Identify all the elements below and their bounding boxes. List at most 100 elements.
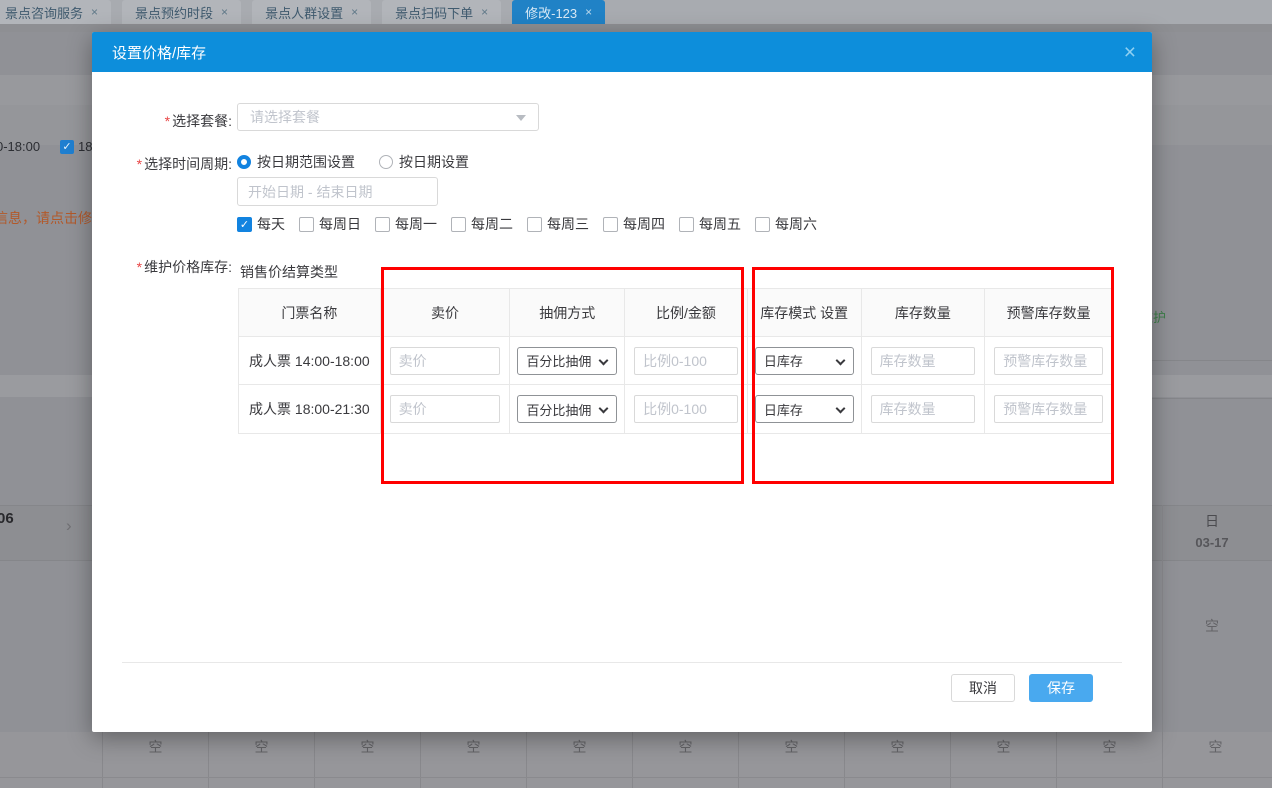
calendar-empty-cell[interactable]: 空 bbox=[1056, 732, 1162, 788]
radio-by-date[interactable]: 按日期设置 bbox=[379, 152, 469, 172]
radio-date-range[interactable]: 按日期范围设置 bbox=[237, 152, 355, 172]
package-select[interactable]: 请选择套餐 bbox=[237, 103, 539, 131]
checkbox-everyday[interactable]: 每天 bbox=[237, 214, 285, 234]
checkbox-label: 每周一 bbox=[395, 214, 437, 234]
checkbox-label: 每天 bbox=[257, 214, 285, 234]
dialog-header: 设置价格/库存 × bbox=[92, 32, 1152, 72]
checkbox-saturday[interactable]: 每周六 bbox=[755, 214, 817, 234]
checkbox-monday[interactable]: 每周一 bbox=[375, 214, 437, 234]
highlight-rect-price bbox=[381, 267, 744, 484]
save-button[interactable]: 保存 bbox=[1029, 674, 1093, 702]
day-number: 06 bbox=[0, 510, 14, 527]
stock-label: *维护价格库存: bbox=[92, 257, 232, 277]
calendar-day-label: 日 bbox=[1152, 511, 1272, 531]
settlement-type-label: 销售价结算类型 bbox=[240, 262, 338, 282]
grid-line bbox=[1152, 505, 1272, 506]
period-radio-group: 按日期范围设置 按日期设置 bbox=[237, 152, 469, 172]
tab-bar: 景点咨询服务 × 景点预约时段 × 景点人群设置 × 景点扫码下单 × 修改-123 × bbox=[0, 0, 1272, 24]
cancel-button[interactable]: 取消 bbox=[951, 674, 1015, 702]
notice-text[interactable]: 信息，请点击修改 bbox=[0, 208, 106, 228]
tab-label: 景点预约时段 bbox=[135, 3, 213, 22]
radio-label: 按日期设置 bbox=[399, 152, 469, 172]
price-stock-dialog: 设置价格/库存 × *选择套餐: 请选择套餐 *选择时间周期: 按日期范围设置 … bbox=[92, 32, 1152, 732]
time-range-text: 0-18:00 bbox=[0, 139, 40, 154]
checkbox-friday[interactable]: 每周五 bbox=[679, 214, 741, 234]
calendar-empty-cell[interactable]: 空 bbox=[950, 732, 1056, 788]
checkbox-checked-icon[interactable]: ✓ bbox=[60, 140, 74, 154]
calendar-empty-cell[interactable]: 空 bbox=[1162, 732, 1268, 788]
tab-scenic-crowd[interactable]: 景点人群设置 × bbox=[252, 0, 371, 24]
dialog-body: *选择套餐: 请选择套餐 *选择时间周期: 按日期范围设置 按日期设置 开始日期… bbox=[92, 72, 1152, 732]
checkbox-label: 每周二 bbox=[471, 214, 513, 234]
weekday-checkbox-group: 每天 每周日 每周一 每周二 每周三 每周四 每周五 每周六 bbox=[237, 214, 817, 234]
chevron-down-icon bbox=[516, 115, 526, 121]
calendar-date-label: 03-17 bbox=[1152, 535, 1272, 550]
grid-line bbox=[0, 560, 102, 561]
col-header-ticket-name: 门票名称 bbox=[239, 289, 381, 336]
package-label: *选择套餐: bbox=[92, 111, 232, 131]
calendar-empty-cell[interactable]: 空 bbox=[738, 732, 844, 788]
checkbox-label: 每周五 bbox=[699, 214, 741, 234]
grid-line bbox=[1152, 360, 1272, 361]
ticket-name: 成人票 18:00-21:30 bbox=[239, 385, 381, 433]
checkbox-icon bbox=[451, 217, 466, 232]
calendar-empty-cell[interactable]: 空 bbox=[526, 732, 632, 788]
checkbox-thursday[interactable]: 每周四 bbox=[603, 214, 665, 234]
calendar-empty-cell[interactable]: 空 bbox=[314, 732, 420, 788]
package-placeholder: 请选择套餐 bbox=[250, 107, 320, 127]
grid-line bbox=[0, 777, 1272, 778]
tab-close-icon[interactable]: × bbox=[585, 5, 592, 19]
tab-close-icon[interactable]: × bbox=[481, 5, 488, 19]
checkbox-icon bbox=[603, 217, 618, 232]
tab-label: 景点扫码下单 bbox=[395, 3, 473, 22]
checkbox-icon bbox=[527, 217, 542, 232]
checkbox-checked-icon bbox=[237, 217, 252, 232]
chevron-right-icon[interactable]: › bbox=[66, 516, 72, 536]
grid-line bbox=[1152, 560, 1272, 561]
page-band bbox=[0, 24, 1272, 32]
checkbox-tuesday[interactable]: 每周二 bbox=[451, 214, 513, 234]
dialog-title: 设置价格/库存 bbox=[112, 42, 206, 63]
calendar-bottom-row: 空 空 空 空 空 空 空 空 空 空 空 bbox=[0, 732, 1272, 788]
close-icon[interactable]: × bbox=[1124, 42, 1136, 63]
calendar-empty-cell[interactable]: 空 bbox=[844, 732, 950, 788]
required-mark: * bbox=[137, 259, 142, 275]
date-range-placeholder: 开始日期 - 结束日期 bbox=[248, 182, 372, 202]
radio-icon bbox=[237, 155, 251, 169]
checkbox-icon bbox=[375, 217, 390, 232]
tab-modify-123[interactable]: 修改-123 × bbox=[512, 0, 605, 24]
tab-label: 修改-123 bbox=[525, 3, 577, 22]
period-label: *选择时间周期: bbox=[92, 154, 232, 174]
tab-scenic-scan[interactable]: 景点扫码下单 × bbox=[382, 0, 501, 24]
checkbox-label: 每周日 bbox=[319, 214, 361, 234]
grid-line bbox=[0, 505, 102, 506]
radio-icon bbox=[379, 155, 393, 169]
date-range-input[interactable]: 开始日期 - 结束日期 bbox=[237, 177, 438, 206]
tab-close-icon[interactable]: × bbox=[351, 5, 358, 19]
calendar-empty-cell[interactable]: 空 bbox=[420, 732, 526, 788]
required-mark: * bbox=[165, 113, 170, 129]
tab-label: 景点咨询服务 bbox=[5, 3, 83, 22]
checkbox-label: 每周六 bbox=[775, 214, 817, 234]
checkbox-label: 每周三 bbox=[547, 214, 589, 234]
tab-label: 景点人群设置 bbox=[265, 3, 343, 22]
grid-line bbox=[1152, 398, 1272, 399]
required-mark: * bbox=[137, 156, 142, 172]
calendar-empty-cell[interactable]: 空 bbox=[632, 732, 738, 788]
calendar-empty-cell[interactable]: 空 bbox=[208, 732, 314, 788]
ticket-name: 成人票 14:00-18:00 bbox=[239, 337, 381, 384]
checkbox-label: 每周四 bbox=[623, 214, 665, 234]
tab-scenic-consult[interactable]: 景点咨询服务 × bbox=[0, 0, 111, 24]
grid-spacer bbox=[0, 732, 102, 788]
tab-close-icon[interactable]: × bbox=[91, 5, 98, 19]
tab-close-icon[interactable]: × bbox=[221, 5, 228, 19]
checkbox-wednesday[interactable]: 每周三 bbox=[527, 214, 589, 234]
calendar-empty-cell[interactable]: 空 bbox=[102, 732, 208, 788]
calendar-empty-cell: 空 bbox=[1152, 616, 1272, 636]
checkbox-icon bbox=[679, 217, 694, 232]
checkbox-sunday[interactable]: 每周日 bbox=[299, 214, 361, 234]
checkbox-icon bbox=[755, 217, 770, 232]
radio-label: 按日期范围设置 bbox=[257, 152, 355, 172]
tab-scenic-reserve[interactable]: 景点预约时段 × bbox=[122, 0, 241, 24]
footer-divider bbox=[122, 662, 1122, 663]
